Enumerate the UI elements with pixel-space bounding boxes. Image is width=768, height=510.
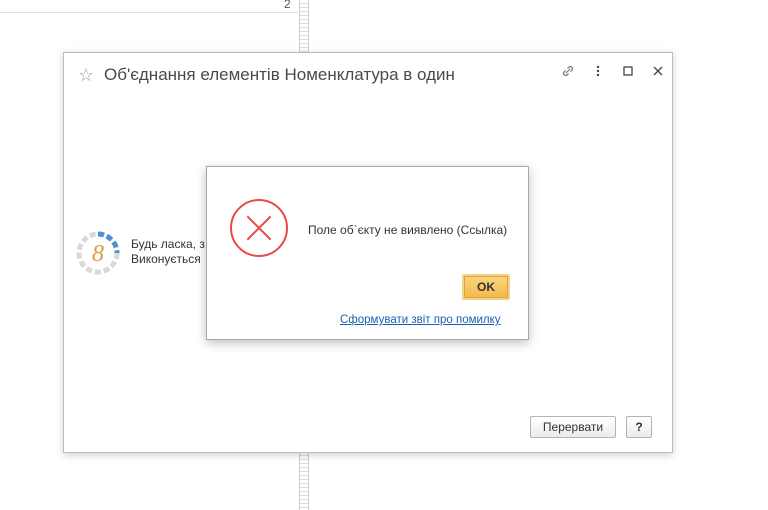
ok-button[interactable]: OK [462, 274, 510, 300]
svg-text:8: 8 [92, 241, 104, 267]
window-controls [560, 63, 666, 79]
error-dialog: Поле об`єкту не виявлено (Ссылка) OK Сфо… [206, 166, 529, 340]
wait-line-1: Будь ласка, з [131, 237, 205, 251]
help-button[interactable]: ? [626, 416, 652, 438]
abort-button[interactable]: Перервати [530, 416, 616, 438]
error-icon [229, 198, 289, 258]
close-icon[interactable] [650, 63, 666, 79]
wait-message: Будь ласка, з Виконується [131, 237, 211, 267]
window-title: Об'єднання елементів Номенклатура в один [104, 65, 455, 84]
error-message: Поле об`єкту не виявлено (Ссылка) [308, 223, 508, 237]
favorite-star-icon[interactable]: ☆ [78, 65, 98, 85]
wait-line-2: Виконується [131, 252, 201, 266]
more-icon[interactable] [590, 63, 606, 79]
error-report-link[interactable]: Сформувати звіт про помилку [340, 314, 501, 326]
background-list-panel [0, 0, 298, 13]
link-icon[interactable] [560, 63, 576, 79]
loading-spinner-icon: 8 [75, 230, 121, 276]
background-row-number: 2 [284, 0, 291, 11]
maximize-icon[interactable] [620, 63, 636, 79]
